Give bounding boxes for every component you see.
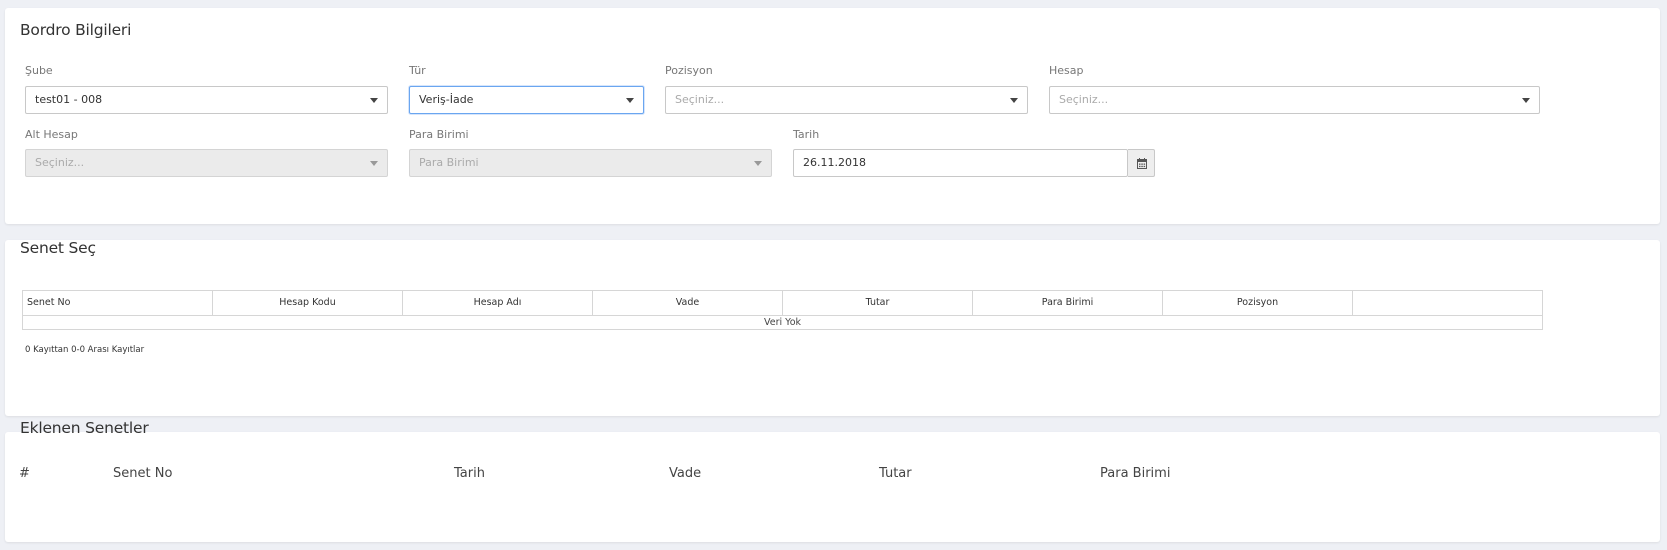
hesap-select[interactable]: Seçiniz... [1049,86,1540,114]
senet-sec-title: Senet Seç [20,239,96,257]
eklenen-panel [5,432,1660,542]
para-birimi-label: Para Birimi [409,128,469,141]
col-senet-no[interactable]: Senet No [23,291,213,315]
table-header: Senet No Hesap Kodu Hesap Adı Vade Tutar… [23,291,1542,316]
col-tutar[interactable]: Tutar [783,291,973,315]
col-hesap-adi[interactable]: Hesap Adı [403,291,593,315]
calendar-icon [1137,158,1147,169]
eklenen-col-para-birimi: Para Birimi [1100,466,1171,481]
table-empty-message: Veri Yok [763,317,802,328]
chevron-down-icon [370,98,378,103]
sube-select[interactable]: test01 - 008 [25,86,388,114]
hesap-label: Hesap [1049,64,1084,77]
tur-label: Tür [409,64,426,77]
tur-value: Veriş-İade [419,93,474,106]
pozisyon-select[interactable]: Seçiniz... [665,86,1028,114]
chevron-down-icon [1522,98,1530,103]
col-hesap-kodu[interactable]: Hesap Kodu [213,291,403,315]
pozisyon-placeholder: Seçiniz... [675,93,725,106]
sube-value: test01 - 008 [35,93,103,106]
calendar-button[interactable] [1128,149,1155,177]
eklenen-col-tarih: Tarih [454,466,485,481]
alt-hesap-select[interactable]: Seçiniz... [25,149,388,177]
col-actions [1353,291,1542,315]
eklenen-col-tutar: Tutar [879,466,912,481]
tur-select[interactable]: Veriş-İade [409,86,644,114]
senet-table: Senet No Hesap Kodu Hesap Adı Vade Tutar… [22,290,1543,330]
col-pozisyon[interactable]: Pozisyon [1163,291,1353,315]
alt-hesap-placeholder: Seçiniz... [35,156,85,169]
alt-hesap-label: Alt Hesap [25,128,78,141]
bordro-panel [5,8,1660,224]
eklenen-col-vade: Vade [669,466,702,481]
sube-label: Şube [25,64,53,77]
eklenen-col-senet-no: Senet No [113,466,173,481]
eklenen-col-index: # [19,466,30,481]
tarih-value: 26.11.2018 [803,156,866,169]
col-vade[interactable]: Vade [593,291,783,315]
para-birimi-select[interactable]: Para Birimi [409,149,772,177]
eklenen-title: Eklenen Senetler [20,419,149,437]
tarih-label: Tarih [793,128,820,141]
chevron-down-icon [370,161,378,166]
col-para-birimi[interactable]: Para Birimi [973,291,1163,315]
hesap-placeholder: Seçiniz... [1059,93,1109,106]
pozisyon-label: Pozisyon [665,64,713,77]
tarih-input[interactable]: 26.11.2018 [793,149,1128,177]
bordro-title: Bordro Bilgileri [20,21,132,39]
table-info: 0 Kayıttan 0-0 Arası Kayıtlar [25,345,145,355]
chevron-down-icon [1010,98,1018,103]
chevron-down-icon [754,161,762,166]
chevron-down-icon [626,98,634,103]
para-birimi-placeholder: Para Birimi [419,156,479,169]
